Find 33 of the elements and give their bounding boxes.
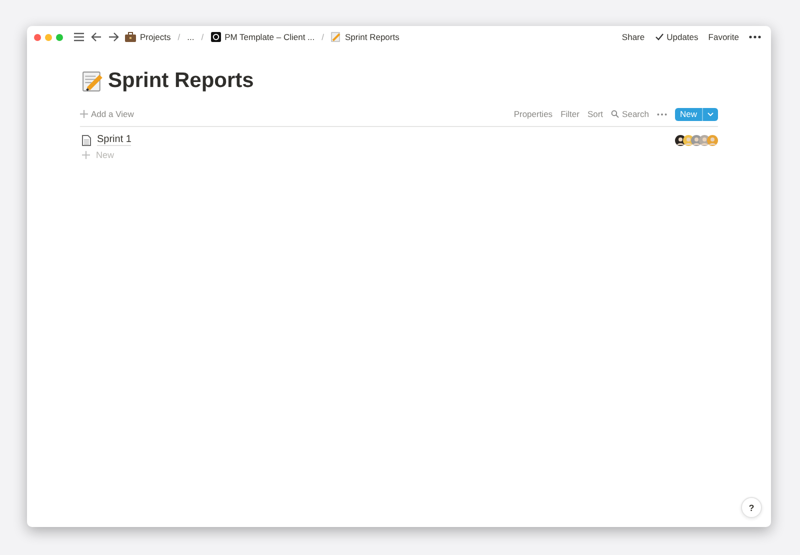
page-icon	[82, 134, 91, 146]
toolbar-button[interactable]: Search	[611, 109, 649, 119]
plus-icon	[82, 151, 90, 159]
menu-icon[interactable]	[73, 32, 85, 42]
page-title: Sprint Reports	[108, 69, 254, 93]
breadcrumb[interactable]: Projects	[125, 32, 171, 42]
maximize-button[interactable]	[56, 34, 63, 40]
logo-icon	[210, 32, 221, 42]
briefcase-icon	[125, 32, 136, 42]
row-title[interactable]: Sprint 1	[97, 134, 132, 146]
help-button[interactable]: ?	[741, 497, 762, 518]
breadcrumb-separator: /	[178, 32, 180, 42]
top-action[interactable]: Updates	[654, 32, 698, 42]
breadcrumb-separator: /	[322, 32, 324, 42]
forward-arrow-icon[interactable]	[108, 32, 119, 42]
search-icon	[611, 110, 620, 118]
more-icon[interactable]	[749, 35, 761, 39]
breadcrumb-separator: /	[201, 32, 204, 42]
check-icon	[654, 33, 664, 41]
breadcrumb[interactable]: ...	[187, 32, 194, 42]
breadcrumb[interactable]: PM Template – Client ...	[210, 32, 315, 42]
toolbar-button[interactable]: Properties	[514, 109, 553, 119]
top-action[interactable]: Share	[622, 32, 645, 42]
memo-icon	[331, 32, 342, 42]
back-arrow-icon[interactable]	[91, 32, 102, 42]
toolbar-button[interactable]: Filter	[560, 109, 580, 119]
memo-icon	[82, 70, 103, 92]
toolbar-button[interactable]: Sort	[587, 109, 604, 119]
close-button[interactable]	[34, 34, 41, 40]
add-view-button[interactable]: Add a View	[80, 109, 134, 119]
breadcrumb[interactable]: Sprint Reports	[331, 32, 400, 42]
top-action[interactable]: Favorite	[708, 32, 739, 42]
plus-icon	[80, 110, 88, 118]
